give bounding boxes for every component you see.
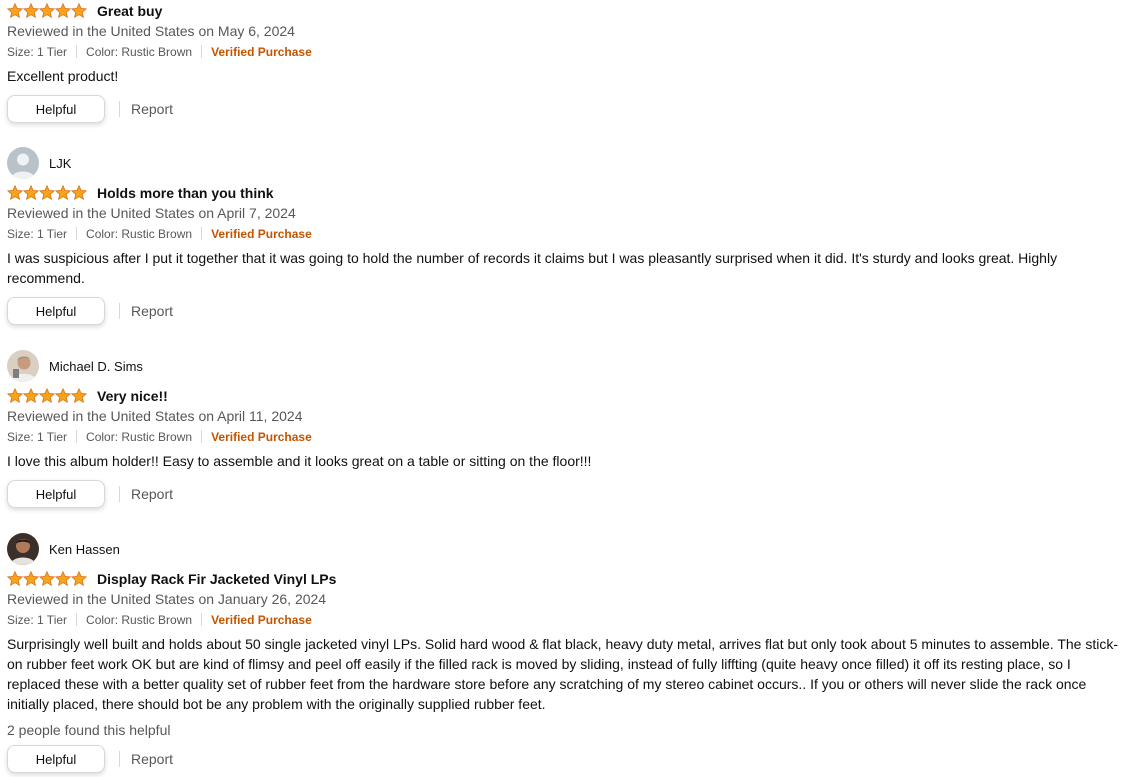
reviewer-profile[interactable]: Michael D. Sims bbox=[7, 350, 1125, 382]
divider bbox=[119, 486, 120, 502]
reviewer-profile[interactable]: LJK bbox=[7, 147, 1125, 179]
avatar-photo-icon bbox=[7, 533, 39, 565]
star-filled-icon bbox=[39, 388, 55, 404]
divider bbox=[201, 430, 203, 443]
star-filled-icon bbox=[39, 571, 55, 587]
star-filled-icon bbox=[71, 571, 87, 587]
divider bbox=[119, 751, 120, 767]
star-filled-icon bbox=[55, 185, 71, 201]
review-title[interactable]: Very nice!! bbox=[97, 388, 168, 404]
reviewer-profile[interactable]: Ken Hassen bbox=[7, 533, 1125, 565]
review-title-row: Very nice!! bbox=[7, 386, 1125, 406]
reviewer-name: Michael D. Sims bbox=[49, 358, 143, 374]
star-rating[interactable] bbox=[7, 185, 87, 201]
review-title-row: Holds more than you think bbox=[7, 183, 1125, 203]
verified-purchase-badge[interactable]: Verified Purchase bbox=[211, 613, 312, 627]
star-filled-icon bbox=[23, 571, 39, 587]
review-body: I was suspicious after I put it together… bbox=[7, 250, 1058, 286]
divider bbox=[201, 613, 203, 626]
divider bbox=[76, 227, 78, 240]
size-attribute[interactable]: Size: 1 Tier bbox=[7, 45, 67, 59]
review-card: LJK Holds more than you think Reviewed i… bbox=[7, 147, 1125, 326]
avatar-photo-icon bbox=[7, 350, 39, 382]
star-filled-icon bbox=[39, 3, 55, 19]
color-attribute[interactable]: Color: Rustic Brown bbox=[86, 227, 192, 241]
review-meta: Size: 1 Tier Color: Rustic Brown Verifie… bbox=[7, 611, 1125, 628]
reviewer-name: LJK bbox=[49, 155, 72, 171]
review-date: Reviewed in the United States on January… bbox=[7, 591, 327, 607]
helpful-button[interactable]: Helpful bbox=[7, 297, 105, 325]
star-rating[interactable] bbox=[7, 3, 87, 19]
helpful-count: 2 people found this helpful bbox=[7, 722, 171, 738]
review-body: Excellent product! bbox=[7, 68, 119, 84]
star-rating[interactable] bbox=[7, 388, 87, 404]
helpful-button[interactable]: Helpful bbox=[7, 480, 105, 508]
size-attribute[interactable]: Size: 1 Tier bbox=[7, 227, 67, 241]
color-attribute[interactable]: Color: Rustic Brown bbox=[86, 430, 192, 444]
star-filled-icon bbox=[71, 3, 87, 19]
review-meta: Size: 1 Tier Color: Rustic Brown Verifie… bbox=[7, 43, 1125, 60]
review-actions: Helpful Report bbox=[7, 296, 1125, 326]
star-filled-icon bbox=[23, 388, 39, 404]
avatar-default-icon bbox=[7, 147, 39, 179]
star-filled-icon bbox=[7, 3, 23, 19]
review-card: Ken Hassen Display Rack Fir Jacketed Vin… bbox=[7, 533, 1125, 774]
review-card: Great buy Reviewed in the United States … bbox=[7, 1, 1125, 124]
review-meta: Size: 1 Tier Color: Rustic Brown Verifie… bbox=[7, 225, 1125, 242]
size-attribute[interactable]: Size: 1 Tier bbox=[7, 613, 67, 627]
divider bbox=[201, 45, 203, 58]
reviewer-name: Ken Hassen bbox=[49, 541, 120, 557]
helpful-button[interactable]: Helpful bbox=[7, 745, 105, 773]
star-filled-icon bbox=[55, 571, 71, 587]
star-filled-icon bbox=[7, 185, 23, 201]
star-filled-icon bbox=[7, 388, 23, 404]
verified-purchase-badge[interactable]: Verified Purchase bbox=[211, 430, 312, 444]
review-date: Reviewed in the United States on May 6, … bbox=[7, 23, 295, 39]
report-link[interactable]: Report bbox=[131, 303, 173, 319]
report-link[interactable]: Report bbox=[131, 486, 173, 502]
star-filled-icon bbox=[55, 3, 71, 19]
star-filled-icon bbox=[71, 185, 87, 201]
divider bbox=[76, 613, 78, 626]
divider bbox=[76, 45, 78, 58]
review-actions: Helpful Report bbox=[7, 94, 1125, 124]
color-attribute[interactable]: Color: Rustic Brown bbox=[86, 613, 192, 627]
review-title-row: Display Rack Fir Jacketed Vinyl LPs bbox=[7, 569, 1125, 589]
star-filled-icon bbox=[23, 185, 39, 201]
divider bbox=[119, 303, 120, 319]
star-rating[interactable] bbox=[7, 571, 87, 587]
verified-purchase-badge[interactable]: Verified Purchase bbox=[211, 45, 312, 59]
review-date: Reviewed in the United States on April 7… bbox=[7, 205, 296, 221]
verified-purchase-badge[interactable]: Verified Purchase bbox=[211, 227, 312, 241]
star-filled-icon bbox=[7, 571, 23, 587]
divider bbox=[119, 101, 120, 117]
star-filled-icon bbox=[23, 3, 39, 19]
review-actions: Helpful Report bbox=[7, 479, 1125, 509]
star-filled-icon bbox=[39, 185, 55, 201]
divider bbox=[76, 430, 78, 443]
divider bbox=[201, 227, 203, 240]
star-filled-icon bbox=[55, 388, 71, 404]
review-body: Surprisingly well built and holds about … bbox=[7, 636, 1118, 712]
reviews-list: Great buy Reviewed in the United States … bbox=[0, 0, 1131, 777]
helpful-button[interactable]: Helpful bbox=[7, 95, 105, 123]
review-date: Reviewed in the United States on April 1… bbox=[7, 408, 303, 424]
report-link[interactable]: Report bbox=[131, 101, 173, 117]
size-attribute[interactable]: Size: 1 Tier bbox=[7, 430, 67, 444]
report-link[interactable]: Report bbox=[131, 751, 173, 767]
review-actions: Helpful Report bbox=[7, 744, 1125, 774]
review-body: I love this album holder!! Easy to assem… bbox=[7, 453, 592, 469]
review-title[interactable]: Great buy bbox=[97, 3, 162, 19]
review-card: Michael D. Sims Very nice!! Reviewed in … bbox=[7, 350, 1125, 509]
star-filled-icon bbox=[71, 388, 87, 404]
review-meta: Size: 1 Tier Color: Rustic Brown Verifie… bbox=[7, 428, 1125, 445]
review-title[interactable]: Holds more than you think bbox=[97, 185, 274, 201]
review-title-row: Great buy bbox=[7, 1, 1125, 21]
review-title[interactable]: Display Rack Fir Jacketed Vinyl LPs bbox=[97, 571, 336, 587]
color-attribute[interactable]: Color: Rustic Brown bbox=[86, 45, 192, 59]
